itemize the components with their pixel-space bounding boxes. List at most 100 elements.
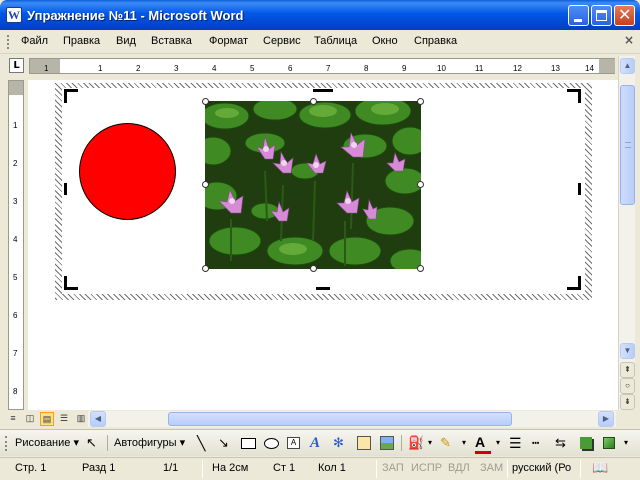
- menu-grip[interactable]: [7, 35, 10, 49]
- select-objects-icon[interactable]: ↖: [86, 435, 102, 451]
- word-app-icon[interactable]: W: [6, 7, 22, 23]
- scroll-left-button[interactable]: ◀: [90, 411, 106, 427]
- picture-resize-handle[interactable]: [202, 265, 209, 272]
- menu-window[interactable]: Окно: [372, 35, 398, 47]
- line-style-icon[interactable]: ☰: [509, 435, 525, 451]
- fill-color-icon[interactable]: ⛽: [408, 435, 424, 451]
- textbox-tool-icon[interactable]: A: [286, 435, 302, 451]
- web-view-icon[interactable]: ◫: [23, 412, 37, 426]
- horizontal-ruler[interactable]: 1 1 2 3 4 5 6 7 8 9 10 11 12 13 14: [29, 58, 615, 74]
- vertical-scrollbar[interactable]: ▲ ▼ ⇞ ○ ⇟: [618, 56, 635, 412]
- status-separator: [580, 460, 581, 478]
- previous-page-button[interactable]: ⇞: [620, 362, 635, 378]
- ruler-tick: 2: [136, 64, 141, 73]
- close-button[interactable]: ✕: [614, 5, 635, 26]
- autoshapes-menu-button[interactable]: Автофигуры ▾: [114, 434, 185, 452]
- draw-menu-button[interactable]: Рисование ▾: [15, 434, 79, 452]
- status-column: Кол 1: [318, 462, 346, 474]
- ruler-right-margin: [599, 59, 615, 73]
- menu-view[interactable]: Вид: [116, 35, 136, 47]
- clipart-icon[interactable]: [356, 435, 372, 451]
- picture-resize-handle[interactable]: [310, 265, 317, 272]
- toolbar-grip[interactable]: [5, 436, 8, 451]
- close-document-icon[interactable]: ×: [624, 33, 634, 47]
- font-color-dropdown[interactable]: ▾: [496, 434, 500, 452]
- maximize-button[interactable]: [591, 5, 612, 26]
- drawing-toolbar: Рисование ▾ ↖ Автофигуры ▾ ╲ ↘ A A ✻ ⛽ ▾…: [0, 429, 640, 456]
- picture-resize-handle[interactable]: [202, 98, 209, 105]
- horizontal-scrollbar[interactable]: ◀ ▶: [88, 411, 616, 427]
- dash-style-icon[interactable]: ┅: [532, 435, 548, 451]
- canvas-side-handle[interactable]: [313, 89, 333, 92]
- insert-picture-icon[interactable]: [379, 435, 395, 451]
- vruler-tick: 8: [13, 387, 18, 396]
- ruler-tick: 1: [98, 64, 103, 73]
- diagram-icon[interactable]: ✻: [333, 435, 349, 451]
- normal-view-icon[interactable]: ≡: [6, 412, 20, 426]
- oval-tool-icon[interactable]: [263, 435, 279, 451]
- vertical-scroll-thumb[interactable]: [620, 85, 635, 205]
- picture-resize-handle[interactable]: [417, 98, 424, 105]
- ruler-tick: 4: [212, 64, 217, 73]
- next-page-button[interactable]: ⇟: [620, 394, 635, 410]
- red-circle-shape[interactable]: [79, 123, 176, 220]
- outline-view-icon[interactable]: ☰: [57, 412, 71, 426]
- reading-view-icon[interactable]: ▥: [74, 412, 88, 426]
- arrow-tool-icon[interactable]: ↘: [218, 435, 234, 451]
- status-track-changes[interactable]: ИСПР: [411, 462, 442, 474]
- scroll-down-button[interactable]: ▼: [620, 343, 635, 359]
- canvas-corner-handle[interactable]: [567, 276, 581, 290]
- arrow-style-icon[interactable]: ⇆: [555, 435, 571, 451]
- shadow-style-icon[interactable]: [578, 435, 594, 451]
- title-bar[interactable]: W Упражнение №11 - Microsoft Word ✕: [0, 0, 640, 30]
- rectangle-tool-icon[interactable]: [240, 435, 256, 451]
- horizontal-scroll-thumb[interactable]: [168, 412, 512, 426]
- wordart-icon[interactable]: A: [310, 435, 326, 451]
- canvas-corner-handle[interactable]: [567, 89, 581, 103]
- canvas-side-handle[interactable]: [578, 183, 581, 195]
- line-color-icon[interactable]: ✎: [440, 435, 456, 451]
- menu-help[interactable]: Справка: [414, 35, 457, 47]
- print-layout-view-icon[interactable]: ▤: [40, 412, 54, 426]
- water-lily-picture[interactable]: [205, 101, 421, 269]
- ruler-tick: 3: [174, 64, 179, 73]
- menu-file[interactable]: Файл: [21, 35, 48, 47]
- status-overtype[interactable]: ЗАМ: [480, 462, 503, 474]
- ruler-tick: 11: [475, 64, 484, 73]
- ruler-tick: 8: [364, 64, 369, 73]
- line-tool-icon[interactable]: ╲: [197, 435, 213, 451]
- fill-color-dropdown[interactable]: ▾: [428, 434, 432, 452]
- vertical-ruler[interactable]: 1 2 3 4 5 6 7 8: [8, 80, 24, 410]
- menu-format[interactable]: Формат: [209, 35, 248, 47]
- picture-resize-handle[interactable]: [202, 181, 209, 188]
- toolbar-options-icon[interactable]: ▾: [624, 435, 640, 451]
- picture-resize-handle[interactable]: [417, 265, 424, 272]
- picture-resize-handle[interactable]: [310, 98, 317, 105]
- vruler-tick: 7: [13, 349, 18, 358]
- tab-stop-selector[interactable]: L: [9, 58, 24, 73]
- spelling-status-icon[interactable]: 📖: [592, 460, 608, 476]
- status-record[interactable]: ЗАП: [382, 462, 404, 474]
- menu-insert[interactable]: Вставка: [151, 35, 192, 47]
- status-language[interactable]: русский (Ро: [512, 462, 571, 474]
- picture-resize-handle[interactable]: [417, 181, 424, 188]
- close-icon: ✕: [618, 5, 632, 24]
- menu-table[interactable]: Таблица: [314, 35, 357, 47]
- minimize-button[interactable]: [568, 5, 589, 26]
- menu-edit[interactable]: Правка: [63, 35, 100, 47]
- document-area[interactable]: [28, 80, 618, 410]
- canvas-side-handle[interactable]: [316, 287, 330, 290]
- vruler-tick: 2: [13, 159, 18, 168]
- select-browse-object-button[interactable]: ○: [620, 378, 635, 394]
- 3d-style-icon[interactable]: [601, 435, 617, 451]
- line-color-dropdown[interactable]: ▾: [462, 434, 466, 452]
- menu-tools[interactable]: Сервис: [263, 35, 301, 47]
- font-color-icon[interactable]: A: [475, 435, 491, 454]
- vruler-tick: 1: [13, 121, 18, 130]
- scroll-right-button[interactable]: ▶: [598, 411, 614, 427]
- canvas-corner-handle[interactable]: [64, 89, 78, 103]
- canvas-side-handle[interactable]: [64, 183, 67, 195]
- status-extend[interactable]: ВДЛ: [448, 462, 470, 474]
- scroll-up-button[interactable]: ▲: [620, 58, 635, 74]
- canvas-corner-handle[interactable]: [64, 276, 78, 290]
